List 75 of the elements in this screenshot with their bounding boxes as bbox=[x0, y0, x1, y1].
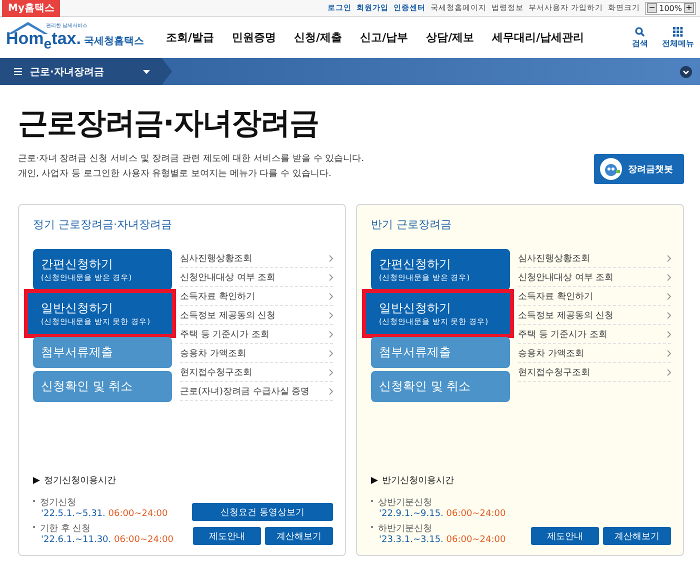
chevron-right-icon bbox=[667, 368, 671, 376]
zoom-value: 100% bbox=[659, 4, 682, 12]
service-link[interactable]: 심사진행상황조회 bbox=[518, 249, 671, 268]
zoom-in-button[interactable]: + bbox=[684, 3, 694, 13]
service-link[interactable]: 근로(자녀)장려금 수급사실 증명 bbox=[180, 382, 333, 401]
service-link[interactable]: 심사진행상황조회 bbox=[180, 249, 333, 268]
zoom-out-button[interactable]: − bbox=[647, 3, 658, 13]
chevron-right-icon bbox=[329, 292, 333, 300]
action-button[interactable]: 신청요건 동영상보기 bbox=[192, 503, 333, 521]
schedule-label: 기한 후 신청 bbox=[40, 523, 91, 535]
triangle-bullet-icon bbox=[371, 477, 378, 484]
panel-title: 정기 근로장려금·자녀장려금 bbox=[33, 217, 173, 232]
action-button[interactable]: 제도안내 bbox=[193, 527, 261, 545]
service-link[interactable]: 현지접수청구조회 bbox=[518, 363, 671, 382]
service-link[interactable]: 주택 등 기준시가 조회 bbox=[518, 325, 671, 344]
chevron-right-icon bbox=[329, 368, 333, 376]
caret-icon bbox=[143, 70, 150, 74]
service-link[interactable]: 소득정보 제공동의 신청 bbox=[180, 306, 333, 325]
schedule-label: 상반기분신청 bbox=[378, 497, 432, 509]
schedule-label: 하반기분신청 bbox=[378, 523, 432, 535]
nav-item[interactable]: 조회/발급 bbox=[166, 30, 214, 45]
schedule-heading: 정기신청이용시간 bbox=[44, 475, 116, 487]
nav-item[interactable]: 신고/납부 bbox=[360, 30, 408, 45]
triangle-bullet-icon bbox=[33, 477, 40, 484]
service-link[interactable]: 신청안내대상 여부 조회 bbox=[180, 268, 333, 287]
action-button[interactable]: 계산해보기 bbox=[265, 527, 333, 545]
schedule-dates: '23.3.1.~3.15. 06:00~24:00 bbox=[378, 535, 506, 545]
service-link[interactable]: 현지접수청구조회 bbox=[180, 363, 333, 382]
service-link[interactable]: 신청안내대상 여부 조회 bbox=[518, 268, 671, 287]
search-button[interactable]: 검색 bbox=[632, 26, 648, 48]
breadcrumb-menu[interactable]: 근로·자녀장려금 bbox=[0, 58, 172, 85]
chevron-right-icon bbox=[329, 388, 333, 394]
nav-item[interactable]: 상담/제보 bbox=[426, 30, 474, 45]
chevron-right-icon bbox=[667, 274, 671, 280]
description-text: 개인, 사업자 등 로그인한 사용자 유형별로 보여지는 메뉴가 다를 수 있습니다. bbox=[18, 168, 332, 181]
grid-icon bbox=[673, 26, 683, 36]
chevron-right-icon bbox=[667, 350, 671, 356]
expand-icon[interactable] bbox=[680, 66, 692, 78]
chatbot-button[interactable]: 장려금챗봇 bbox=[594, 154, 684, 184]
action-button[interactable]: 제도안내 bbox=[531, 527, 599, 545]
chevron-right-icon bbox=[329, 312, 333, 318]
all-menu-button[interactable]: 전체메뉴 bbox=[662, 26, 694, 48]
chevron-right-icon bbox=[329, 330, 333, 338]
schedule-label: 정기신청 bbox=[40, 497, 76, 509]
service-link[interactable]: 소득자료 확인하기 bbox=[180, 287, 333, 306]
chevron-right-icon bbox=[667, 330, 671, 338]
schedule-dates: '22.6.1.~11.30. 06:00~24:00 bbox=[40, 535, 174, 545]
chevron-right-icon bbox=[329, 274, 333, 280]
service-link[interactable]: 승용차 가액조회 bbox=[518, 344, 671, 363]
chevron-right-icon bbox=[667, 312, 671, 318]
nav-item[interactable]: 신청/제출 bbox=[294, 30, 342, 45]
chevron-right-icon bbox=[329, 350, 333, 356]
search-icon bbox=[635, 26, 645, 36]
chevron-right-icon bbox=[667, 292, 671, 300]
panel-title: 반기 근로장려금 bbox=[371, 217, 452, 232]
schedule-heading: 반기신청이용시간 bbox=[382, 475, 454, 487]
menu-icon bbox=[14, 68, 22, 75]
logo[interactable]: Hom$_{e}$tax. bbox=[6, 29, 81, 53]
service-link[interactable]: 승용차 가액조회 bbox=[180, 344, 333, 363]
page-title: 근로장려금·자녀장려금 bbox=[18, 105, 320, 143]
chevron-right-icon bbox=[329, 254, 333, 262]
description-text: 근로·자녀 장려금 신청 서비스 및 장려금 관련 제도에 대한 서비스를 받을 수 있습니다. bbox=[18, 153, 364, 166]
nav-item[interactable]: 세무대리/납세관리 bbox=[492, 30, 584, 45]
service-link[interactable]: 소득자료 확인하기 bbox=[518, 287, 671, 306]
service-link[interactable]: 주택 등 기준시가 조회 bbox=[180, 325, 333, 344]
brand-name: 국세청홈택스 bbox=[84, 35, 144, 48]
my-hometax-button[interactable]: My홈택스 bbox=[2, 0, 60, 16]
service-link[interactable]: 소득정보 제공동의 신청 bbox=[518, 306, 671, 325]
nav-item[interactable]: 민원증명 bbox=[232, 30, 276, 45]
schedule-dates: '22.5.1.~5.31. 06:00~24:00 bbox=[40, 509, 169, 519]
schedule-dates: '22.9.1.~9.15. 06:00~24:00 bbox=[378, 509, 506, 519]
action-button[interactable]: 계산해보기 bbox=[603, 527, 671, 545]
breadcrumb-label: 근로·자녀장려금 bbox=[30, 66, 105, 78]
robot-icon bbox=[600, 158, 622, 180]
chevron-right-icon bbox=[667, 254, 671, 262]
